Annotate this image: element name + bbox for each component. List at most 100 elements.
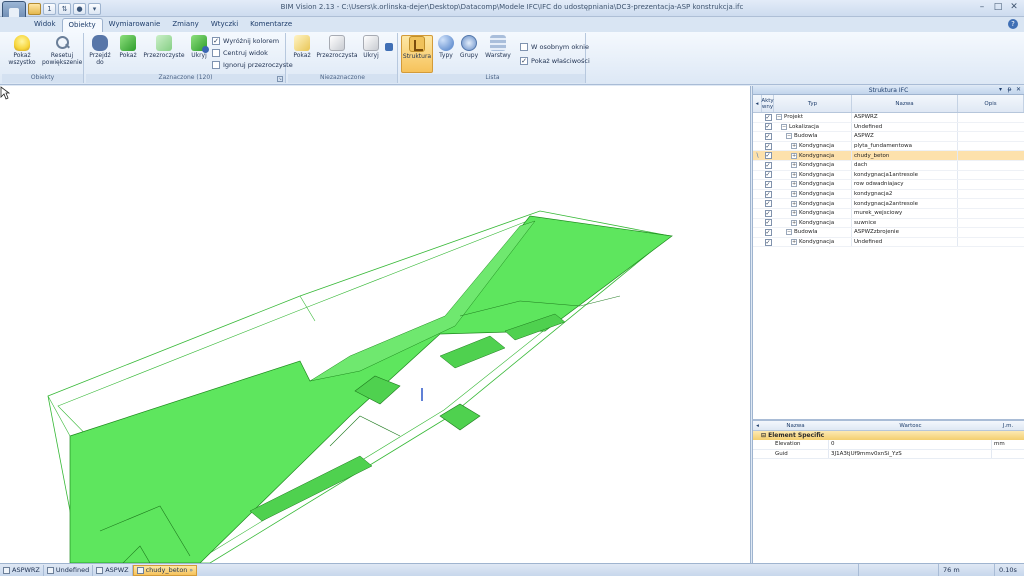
tree-row[interactable]: ✓ + Kondygnacja kondygnacja1antresole [753,170,1024,181]
link-button[interactable] [383,35,395,52]
prop-row[interactable]: Elevation 0 mm [753,440,1024,450]
properties-panel: ◂ Nazwa Wartosc J.m. ⊟ Element Specific … [752,419,1024,563]
col-name-header[interactable]: Nazwa [852,95,958,112]
tree-name-cell: suwnice [852,218,958,228]
expand-icon[interactable]: + [791,200,797,207]
breadcrumb-item[interactable]: ASPWZ [93,564,133,576]
minimize-icon[interactable]: – [974,1,990,14]
transparent-unselected-button[interactable]: Przezroczysta [316,35,358,59]
center-view-checkbox[interactable]: Centruj widok [212,47,268,59]
props-col-name[interactable]: Nazwa [762,423,829,429]
breadcrumb-item[interactable]: ASPWRZ [0,564,44,576]
expand-icon[interactable]: + [791,181,797,188]
active-checkbox[interactable]: ✓ [762,113,774,121]
pit-2[interactable] [439,403,481,431]
collapse-icon[interactable]: − [781,123,787,130]
active-checkbox[interactable]: ✓ [762,238,774,246]
active-checkbox[interactable]: ✓ [762,161,774,169]
close-icon[interactable]: ✕ [1006,1,1022,14]
tree-row[interactable]: ✓ − Projekt ASPWRZ [753,113,1024,123]
tab-wymiarowanie[interactable]: Wymiarowanie [103,18,167,32]
tab-widok[interactable]: Widok [28,18,62,32]
panel-pin-icon[interactable]: ᵽ [1006,86,1013,94]
row-marker: \ [756,152,759,160]
expand-icon[interactable]: + [791,171,797,178]
tree-type-label: Kondygnacja [799,239,835,246]
layers-button[interactable]: Warstwy [484,35,512,59]
expand-icon[interactable]: + [791,219,797,226]
collapse-icon[interactable]: − [776,114,782,121]
tree-row[interactable]: ✓ + Kondygnacja kondygnacja2antresole [753,199,1024,209]
active-checkbox[interactable]: ✓ [762,123,774,131]
active-checkbox[interactable]: ✓ [762,209,774,217]
tree-row[interactable]: ✓ + Kondygnacja Undefined [753,237,1024,248]
active-checkbox[interactable]: ✓ [762,190,774,198]
props-col-value[interactable]: Wartosc [829,423,992,429]
collapse-icon[interactable]: − [786,229,792,236]
active-checkbox[interactable]: ✓ [762,228,774,236]
active-checkbox[interactable]: ✓ [762,219,774,227]
show-all-button[interactable]: Pokaż wszystko [6,35,38,66]
tree-row[interactable]: ✓ + Kondygnacja kondygnacja2 [753,189,1024,200]
expand-icon[interactable]: + [791,143,797,150]
checkbox-checked: ✓ [764,152,772,160]
tree-row[interactable]: ✓ + Kondygnacja suwnice [753,218,1024,229]
separate-window-checkbox[interactable]: W osobnym oknie [520,41,589,53]
tree-row[interactable]: ✓ + Kondygnacja dach [753,160,1024,171]
prop-row[interactable]: Guid 3J1A3tjUf9mmv0xnSi_YzS [753,449,1024,459]
active-checkbox[interactable]: ✓ [762,180,774,188]
active-checkbox[interactable]: ✓ [762,142,774,150]
tree-row[interactable]: ✓ + Kondygnacja row odwadniajacy [753,180,1024,190]
tree-row[interactable]: ✓ − Lokalizacja Undefined [753,122,1024,133]
show-unselected-button[interactable]: Pokaż [290,35,314,59]
breadcrumb-item-active[interactable]: chudy_beton » [132,564,198,576]
tab-wtyczki[interactable]: Wtyczki [205,18,244,32]
maximize-icon[interactable]: □ [990,1,1006,14]
hide-selected-button[interactable]: Ukryj [188,35,210,59]
props-category[interactable]: ⊟ Element Specific [753,431,1024,440]
col-active-header[interactable]: Akty wny [761,95,774,112]
props-selector-header: ◂ [756,422,759,429]
tree-row[interactable]: ✓ + Kondygnacja plyta_fundamentowa [753,141,1024,152]
col-desc-header[interactable]: Opis [958,95,1024,112]
reset-zoom-button[interactable]: Resetuj powiększenie [42,35,82,66]
panel-dropdown-icon[interactable]: ▾ [997,86,1004,94]
col-type-header[interactable]: Typ [774,95,852,112]
expand-icon[interactable]: + [791,191,797,198]
reset-zoom-label: Resetuj powiększenie [42,52,83,66]
tree-row[interactable]: \ ✓ + Kondygnacja chudy_beton [753,151,1024,161]
transparent-selected-button[interactable]: Przezroczyste [142,35,186,59]
active-checkbox[interactable]: ✓ [762,171,774,179]
group-launcher-icon[interactable]: ↘ [277,76,283,82]
tab-obiekty[interactable]: Obiekty [61,18,103,32]
collapse-icon[interactable]: − [786,133,792,140]
window-controls: – □ ✕ [974,1,1022,14]
tree-row[interactable]: ✓ − Budowla ASPWZzbrojenie [753,228,1024,238]
types-button[interactable]: Typy [436,35,456,59]
active-checkbox[interactable]: ✓ [762,132,774,140]
active-checkbox[interactable]: ✓ [762,152,774,160]
groups-button[interactable]: Grupy [458,35,480,59]
breadcrumb-item[interactable]: Undefined [44,564,94,576]
expand-icon[interactable]: + [791,162,797,169]
expand-icon[interactable]: + [791,239,797,246]
trench-1[interactable] [439,335,506,369]
hide-unselected-button[interactable]: Ukryj [360,35,382,59]
expand-icon[interactable]: + [791,210,797,217]
help-icon[interactable]: ? [1008,19,1018,29]
highlight-color-checkbox[interactable]: ✓ Wyróżnij kolorem [212,35,279,47]
structure-button[interactable]: Struktura [401,35,433,73]
tree-row[interactable]: ✓ − Budowla ASPWZ [753,132,1024,142]
expand-icon[interactable]: + [791,152,797,159]
show-selected-button[interactable]: Pokaż [116,35,140,59]
tree-row[interactable]: ✓ + Kondygnacja murek_wejsciowy [753,208,1024,219]
goto-button[interactable]: Przejdź do [88,35,112,66]
show-properties-checkbox[interactable]: ✓ Pokaż właściwości [520,55,590,67]
ignore-transparent-checkbox[interactable]: Ignoruj przezroczyste [212,59,293,71]
props-col-unit[interactable]: J.m. [992,423,1024,429]
panel-close-icon[interactable]: ✕ [1015,86,1022,94]
3d-viewport[interactable] [0,86,751,563]
active-checkbox[interactable]: ✓ [762,200,774,208]
tab-komentarze[interactable]: Komentarze [244,18,298,32]
tab-zmiany[interactable]: Zmiany [166,18,204,32]
